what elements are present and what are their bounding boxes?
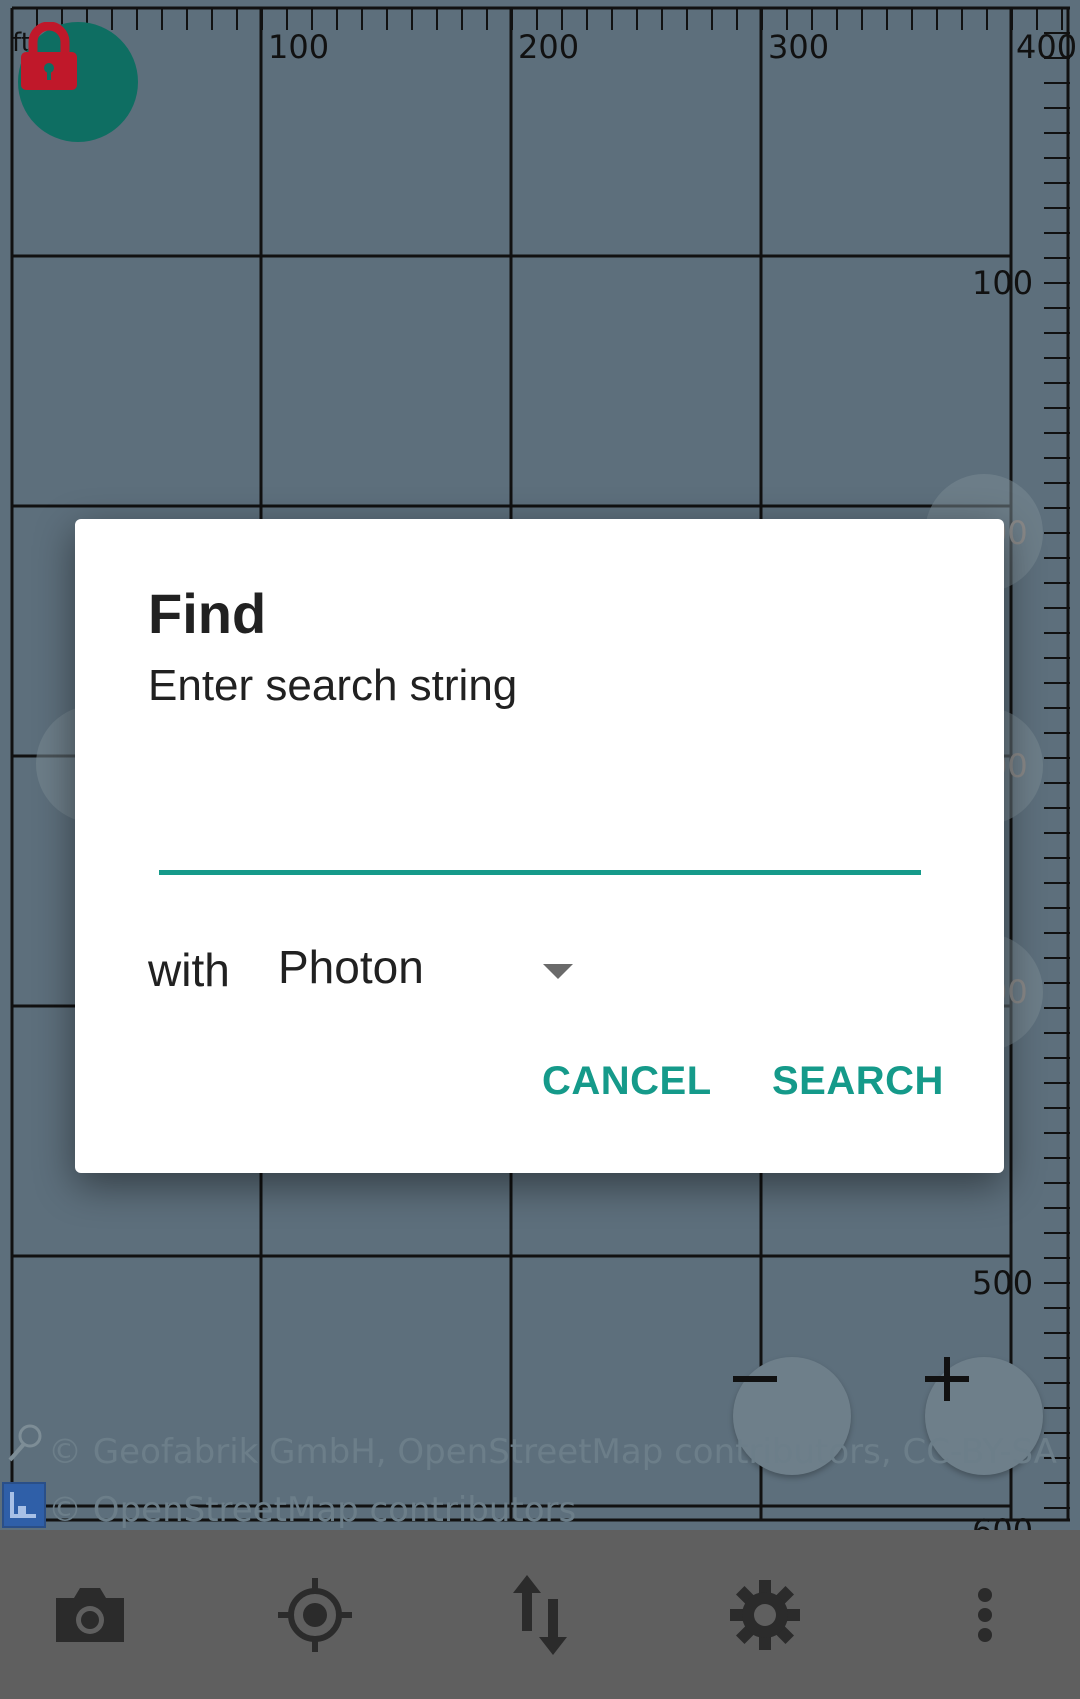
search-input[interactable] bbox=[159, 779, 921, 875]
cancel-button[interactable]: CANCEL bbox=[542, 1059, 712, 1104]
dialog-title: Find bbox=[148, 582, 267, 645]
dialog-message: Enter search string bbox=[148, 661, 518, 710]
geocoder-select-value: Photon bbox=[278, 941, 424, 993]
dropdown-arrow-icon[interactable] bbox=[543, 964, 573, 979]
search-button[interactable]: SEARCH bbox=[772, 1059, 944, 1104]
with-label: with bbox=[148, 944, 230, 996]
geocoder-select[interactable]: Photon bbox=[275, 927, 575, 1007]
find-dialog: Find Enter search string with Photon CAN… bbox=[75, 519, 1004, 1173]
